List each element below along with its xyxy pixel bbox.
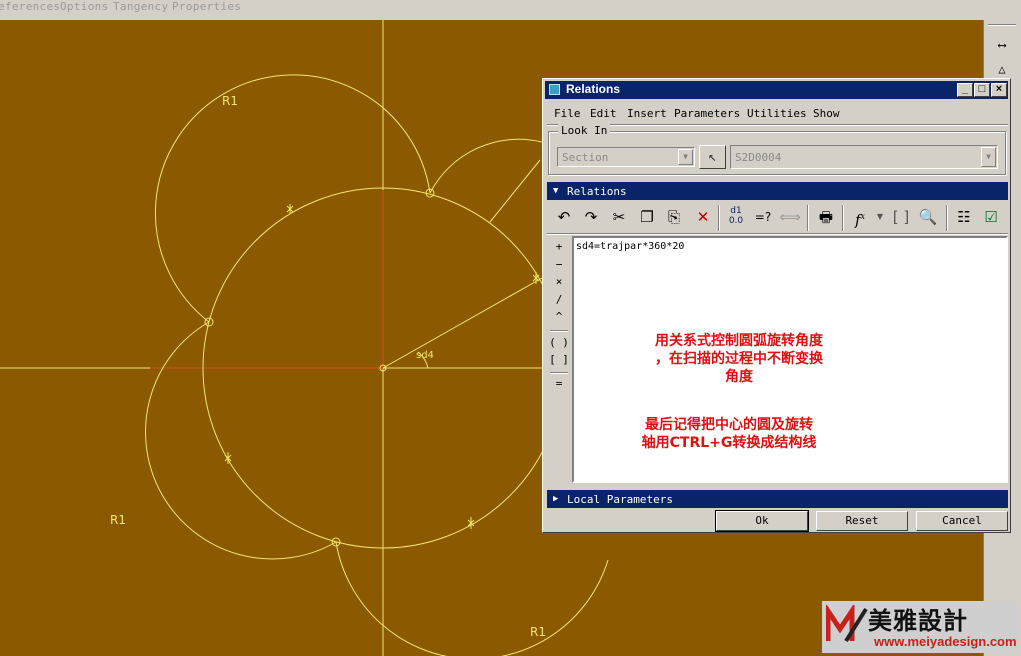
sort-icon[interactable]: 🖶 <box>815 206 837 228</box>
menu-properties[interactable]: Properties <box>172 0 241 13</box>
annotation-note-1: 用关系式控制圆弧旋转角度 ，在扫描的过程中不断变换 角度 <box>614 332 864 386</box>
radius-label: R1 <box>530 625 546 639</box>
triangle-icon[interactable]: △ <box>990 60 1014 78</box>
menu-tangency[interactable]: Tangency <box>113 0 168 13</box>
minimize-button[interactable]: _ <box>957 83 973 97</box>
toolbar-divider <box>988 24 1016 26</box>
look-in-type-select[interactable]: Section ▼ <box>557 147 695 167</box>
dialog-title: Relations <box>566 82 621 96</box>
relations-editor[interactable]: sd4=trajpar*360*20 用关系式控制圆弧旋转角度 ，在扫描的过程中… <box>572 236 1008 483</box>
leader-line <box>489 159 541 223</box>
toolbar-separator <box>718 205 720 231</box>
evaluate-icon[interactable]: d1 0.0 <box>725 206 747 228</box>
toolbar-separator <box>807 205 809 231</box>
menu-show[interactable]: Show <box>813 107 840 120</box>
parameter-icon[interactable]: [ ] <box>890 206 912 228</box>
chevron-down-icon: ▼ <box>981 147 996 167</box>
verify-icon[interactable]: =? <box>752 206 774 228</box>
relations-app-icon <box>549 84 560 95</box>
angle-dimension: sd4 <box>416 350 434 361</box>
toolbar-separator <box>946 205 948 231</box>
dimension-icon[interactable]: ⟷ <box>990 36 1014 54</box>
plus-operator-button[interactable]: + <box>548 239 570 255</box>
menu-insert[interactable]: Insert <box>627 107 667 120</box>
arc-right <box>429 138 543 194</box>
chevron-down-icon: ▼ <box>678 149 693 165</box>
pointer-arrow-icon: ↖ <box>708 149 717 165</box>
local-parameters-label: Local Parameters <box>567 493 673 506</box>
rotation-line <box>382 277 543 369</box>
menu-utilities[interactable]: Utilities <box>747 107 807 120</box>
minus-operator-button[interactable]: − <box>548 257 570 273</box>
cancel-button[interactable]: Cancel <box>916 511 1008 531</box>
toolbar-separator <box>842 205 844 231</box>
watermark-url: www.meiyadesign.com <box>874 634 1017 649</box>
watermark: 美雅設計 www.meiyadesign.com <box>822 601 1018 653</box>
collapse-triangle-icon: ▼ <box>553 186 559 196</box>
relations-dialog: Relations _ □ × File Edit Insert Paramet… <box>542 78 1011 533</box>
undo-icon[interactable]: ↶ <box>553 206 575 228</box>
operator-column: + − × / ^ ( ) [ ] = <box>548 236 570 486</box>
look-in-type-value: Section <box>562 151 609 164</box>
divide-operator-button[interactable]: / <box>548 292 570 308</box>
toolbar-divider <box>547 233 1008 235</box>
operator-divider <box>550 330 568 332</box>
arc-bottom <box>335 541 609 656</box>
maximize-button[interactable]: □ <box>974 83 990 97</box>
menu-parameters[interactable]: Parameters <box>674 107 740 120</box>
relations-toolbar: ↶ ↷ ✂ ❐ ⎘ ✕ d1 0.0 =? ⟺ 🖶 fx ▼ [ ] 🔍 ☷ ☑ <box>547 203 1008 233</box>
relation-text: sd4=trajpar*360*20 <box>576 241 685 252</box>
radius-label: R1 <box>110 513 126 527</box>
menu-references[interactable]: eferences <box>0 0 60 13</box>
expand-triangle-icon: ▶ <box>553 494 559 504</box>
annotation-line: 角度 <box>725 369 753 385</box>
brackets-button[interactable]: [ ] <box>548 352 570 368</box>
paste-icon[interactable]: ⎘ <box>663 206 685 228</box>
radius-label: R1 <box>222 94 238 108</box>
relations-section-label: Relations <box>567 185 627 198</box>
copy-icon[interactable]: ❐ <box>636 206 658 228</box>
local-parameters-section-header[interactable]: ▶ Local Parameters <box>547 490 1008 508</box>
multiply-operator-button[interactable]: × <box>548 274 570 290</box>
annotation-note-2: 最后记得把中心的圆及旋转 轴用CTRL+G转换成结构线 <box>604 416 854 452</box>
redo-icon[interactable]: ↷ <box>580 206 602 228</box>
annotation-line: 最后记得把中心的圆及旋转 <box>645 417 813 433</box>
menu-options[interactable]: Options <box>60 0 108 13</box>
parentheses-button[interactable]: ( ) <box>548 335 570 351</box>
meiya-logo-icon <box>826 605 868 643</box>
cut-icon[interactable]: ✂ <box>608 206 630 228</box>
power-operator-button[interactable]: ^ <box>548 309 570 325</box>
menu-file[interactable]: File <box>554 107 581 120</box>
annotation-line: 轴用CTRL+G转换成结构线 <box>641 435 817 451</box>
menu-divider <box>547 124 1008 126</box>
menu-edit[interactable]: Edit <box>590 107 617 120</box>
reset-button[interactable]: Reset <box>816 511 908 531</box>
info-icon[interactable]: ☷ <box>953 206 975 228</box>
dialog-menubar: File Edit Insert Parameters Utilities Sh… <box>543 105 1012 123</box>
relations-section-header[interactable]: ▼ Relations <box>547 182 1008 200</box>
constraint-marker <box>467 517 475 529</box>
arc-left <box>145 321 337 560</box>
delete-icon[interactable]: ✕ <box>692 206 714 228</box>
dialog-titlebar[interactable]: Relations _ □ × <box>545 81 1008 99</box>
operator-divider <box>550 372 568 374</box>
ok-button[interactable]: Ok <box>715 510 809 532</box>
equals-operator-button[interactable]: = <box>548 376 570 392</box>
dimension-toggle-icon[interactable]: ⟺ <box>779 206 801 228</box>
look-in-item-select[interactable]: S2D0004 ▼ <box>730 145 998 169</box>
function-icon[interactable]: fx <box>849 206 871 229</box>
relation-check-icon[interactable]: 🔍 <box>917 206 939 228</box>
annotation-line: 用关系式控制圆弧旋转角度 <box>655 333 823 349</box>
verify-relations-icon[interactable]: ☑ <box>980 206 1002 228</box>
look-in-label: Look In <box>558 124 611 137</box>
chevron-down-icon[interactable]: ▼ <box>869 206 891 228</box>
arc-top <box>154 74 431 323</box>
close-button[interactable]: × <box>991 83 1007 97</box>
app-menubar: eferences Options Tangency Properties <box>0 0 1021 20</box>
look-in-item-value: S2D0004 <box>735 151 782 164</box>
select-arrow-button[interactable]: ↖ <box>699 145 726 169</box>
annotation-line: ，在扫描的过程中不断变换 <box>655 351 823 367</box>
watermark-brand: 美雅設計 <box>868 607 968 635</box>
